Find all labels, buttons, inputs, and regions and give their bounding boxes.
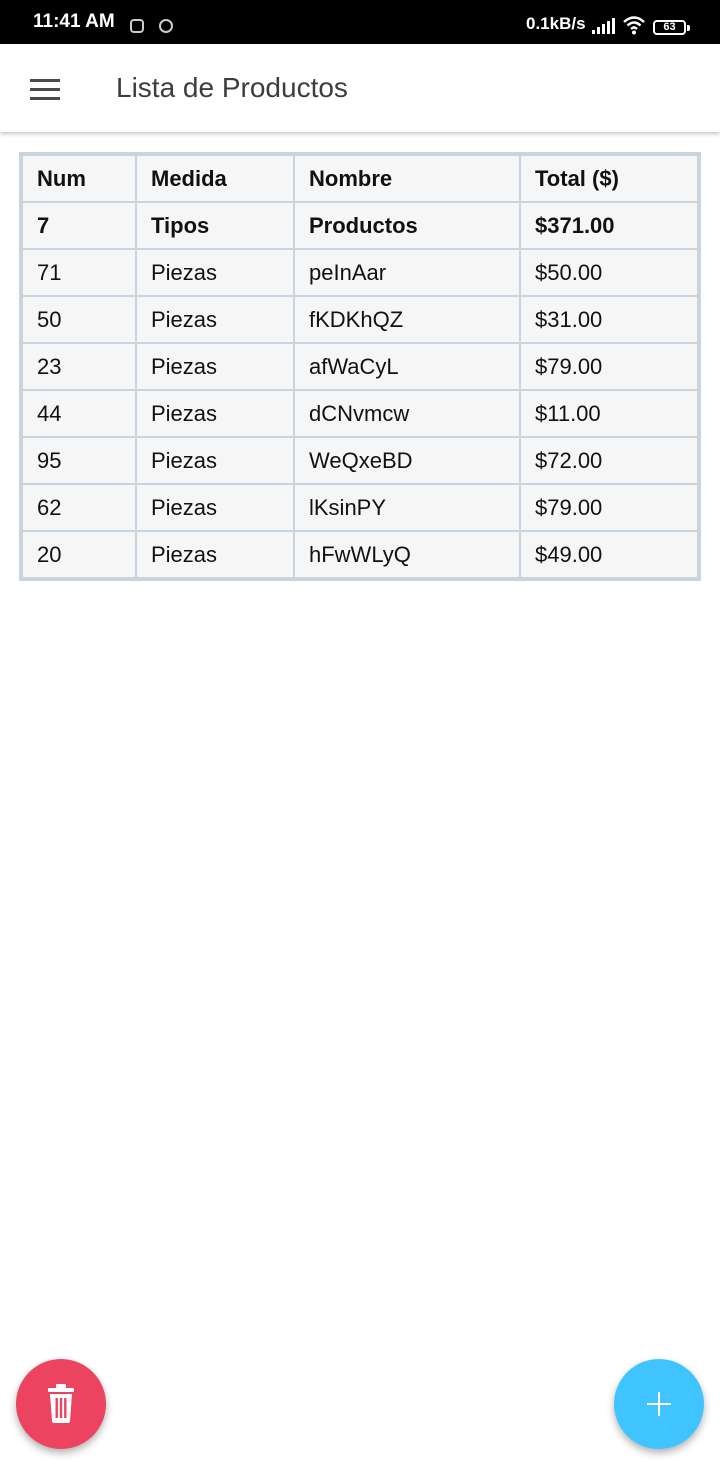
table-header-row: Num Medida Nombre Total ($) xyxy=(21,154,699,203)
cell-num: 20 xyxy=(21,530,137,579)
plus-icon xyxy=(647,1392,671,1416)
cell-num: 62 xyxy=(21,483,137,532)
summary-row: 7 Tipos Productos $371.00 xyxy=(21,201,699,250)
status-bar: 11:41 AM 0.1kB/s 63 xyxy=(0,0,720,44)
signal-icon xyxy=(592,18,616,34)
table-row[interactable]: 44 Piezas dCNvmcw $11.00 xyxy=(21,389,699,438)
cell-medida: Piezas xyxy=(135,248,295,297)
cell-total: $31.00 xyxy=(519,295,699,344)
table-row[interactable]: 62 Piezas lKsinPY $79.00 xyxy=(21,483,699,532)
cell-num: 23 xyxy=(21,342,137,391)
page-title: Lista de Productos xyxy=(116,72,348,103)
status-time: 11:41 AM xyxy=(33,11,115,32)
cell-medida: Piezas xyxy=(135,295,295,344)
notification-icon xyxy=(159,19,173,33)
cell-total: $79.00 xyxy=(519,483,699,532)
cell-total: $79.00 xyxy=(519,342,699,391)
cell-nombre: fKDKhQZ xyxy=(293,295,521,344)
cell-total: $11.00 xyxy=(519,389,699,438)
battery-icon: 63 xyxy=(653,20,690,35)
cell-num: 50 xyxy=(21,295,137,344)
cell-medida: Piezas xyxy=(135,483,295,532)
cell-medida: Piezas xyxy=(135,342,295,391)
summary-count: 7 xyxy=(21,201,137,250)
add-button[interactable] xyxy=(614,1359,704,1449)
cell-nombre: lKsinPY xyxy=(293,483,521,532)
wifi-icon xyxy=(623,16,645,35)
cell-nombre: afWaCyL xyxy=(293,342,521,391)
summary-label-types: Tipos xyxy=(135,201,295,250)
network-speed: 0.1kB/s xyxy=(526,14,586,33)
cell-total: $72.00 xyxy=(519,436,699,485)
summary-label-products: Productos xyxy=(293,201,521,250)
trash-icon xyxy=(48,1384,74,1423)
cell-nombre: WeQxeBD xyxy=(293,436,521,485)
table-row[interactable]: 50 Piezas fKDKhQZ $31.00 xyxy=(21,295,699,344)
menu-icon xyxy=(30,79,60,82)
cell-num: 71 xyxy=(21,248,137,297)
products-table: Num Medida Nombre Total ($) 7 Tipos Prod… xyxy=(19,152,701,581)
header-medida: Medida xyxy=(135,154,295,203)
summary-total: $371.00 xyxy=(519,201,699,250)
cell-nombre: dCNvmcw xyxy=(293,389,521,438)
table-row[interactable]: 95 Piezas WeQxeBD $72.00 xyxy=(21,436,699,485)
table-row[interactable]: 23 Piezas afWaCyL $79.00 xyxy=(21,342,699,391)
cell-num: 44 xyxy=(21,389,137,438)
app-bar: Lista de Productos xyxy=(0,44,720,132)
table-row[interactable]: 20 Piezas hFwWLyQ $49.00 xyxy=(21,530,699,579)
cell-medida: Piezas xyxy=(135,389,295,438)
header-total: Total ($) xyxy=(519,154,699,203)
header-nombre: Nombre xyxy=(293,154,521,203)
cell-num: 95 xyxy=(21,436,137,485)
cell-total: $49.00 xyxy=(519,530,699,579)
cell-total: $50.00 xyxy=(519,248,699,297)
menu-button[interactable] xyxy=(14,64,76,114)
cell-nombre: hFwWLyQ xyxy=(293,530,521,579)
table-row[interactable]: 71 Piezas peInAar $50.00 xyxy=(21,248,699,297)
notification-icon xyxy=(130,19,144,33)
cell-nombre: peInAar xyxy=(293,248,521,297)
cell-medida: Piezas xyxy=(135,436,295,485)
header-num: Num xyxy=(21,154,137,203)
delete-button[interactable] xyxy=(16,1359,106,1449)
cell-medida: Piezas xyxy=(135,530,295,579)
